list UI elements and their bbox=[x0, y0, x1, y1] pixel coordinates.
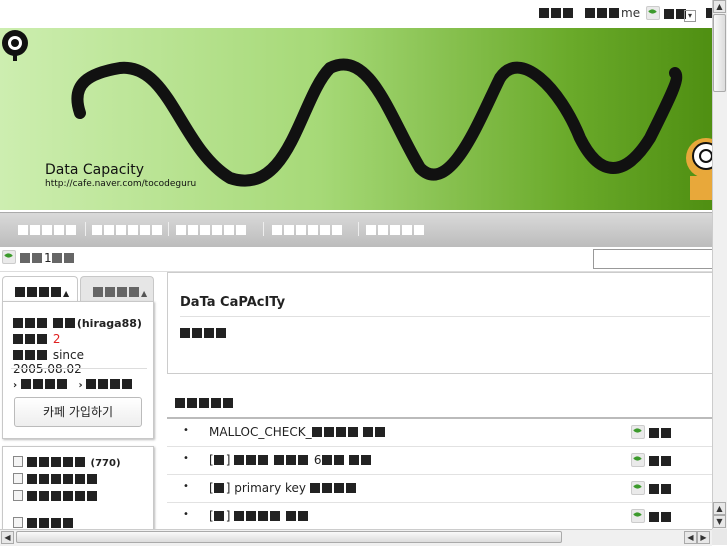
globe-logo-icon bbox=[2, 30, 28, 61]
board-count: (770) bbox=[90, 458, 121, 469]
post-title[interactable]: [] 6 bbox=[209, 453, 373, 467]
bullet: • bbox=[183, 481, 189, 492]
post-row[interactable]: • [] 6 bbox=[167, 447, 713, 475]
cafe-url[interactable]: http://cafe.naver.com/tocodeguru bbox=[45, 179, 196, 189]
post-title[interactable]: [] bbox=[209, 509, 310, 523]
scroll-corner bbox=[712, 529, 727, 545]
post-title[interactable]: MALLOC_CHECK_ bbox=[209, 425, 387, 439]
nav-item-5[interactable] bbox=[366, 223, 426, 235]
post-row[interactable]: • [] primary key bbox=[167, 475, 713, 503]
search-input[interactable] bbox=[593, 249, 715, 269]
breadcrumb: 1 bbox=[2, 250, 76, 265]
top-link-leaf[interactable] bbox=[646, 6, 688, 21]
bullet: • bbox=[183, 425, 189, 436]
post-author[interactable] bbox=[631, 509, 673, 524]
top-link-1[interactable] bbox=[539, 6, 575, 20]
post-author[interactable] bbox=[631, 481, 673, 496]
board-icon bbox=[13, 517, 23, 528]
bullet: • bbox=[183, 509, 189, 520]
top-link-me[interactable]: me bbox=[585, 6, 640, 20]
cafe-name: Data Capacity bbox=[45, 162, 145, 178]
menu-item-3[interactable] bbox=[13, 490, 99, 503]
page-number: 1 bbox=[44, 251, 52, 265]
main-nav bbox=[0, 212, 712, 247]
profile-since: since 2005.08.02 bbox=[13, 348, 153, 376]
tab-cafe-info[interactable]: ▲ bbox=[2, 276, 78, 303]
profile-manager: (hiraga88) bbox=[13, 316, 142, 330]
vertical-scroll-thumb[interactable] bbox=[713, 14, 726, 92]
nav-divider bbox=[263, 222, 264, 236]
nav-divider bbox=[85, 222, 86, 236]
tab-my-activity[interactable]: ▲ bbox=[80, 276, 154, 303]
profile-level: 2 bbox=[13, 332, 60, 346]
join-cafe-button[interactable]: 카페 가입하기 bbox=[14, 397, 142, 427]
leaf-icon bbox=[631, 509, 645, 523]
link-2[interactable]: › bbox=[78, 379, 134, 391]
profile-links: › › bbox=[13, 377, 134, 391]
dropdown-icon[interactable]: ▾ bbox=[684, 7, 696, 22]
leaf-icon bbox=[631, 481, 645, 495]
nav-item-4[interactable] bbox=[272, 223, 344, 235]
nav-divider bbox=[168, 222, 169, 236]
divider bbox=[180, 316, 710, 317]
scroll-up-icon[interactable]: ▲ bbox=[713, 502, 726, 515]
board-icon bbox=[13, 456, 23, 467]
scroll-right-icon[interactable]: ▶ bbox=[697, 531, 710, 544]
since-date: since 2005.08.02 bbox=[13, 348, 84, 376]
nav-item-3[interactable] bbox=[176, 223, 248, 235]
menu-item-2[interactable] bbox=[13, 473, 99, 486]
scroll-left-icon[interactable]: ◀ bbox=[684, 531, 697, 544]
cafe-banner: Data Capacity http://cafe.naver.com/toco… bbox=[0, 28, 712, 210]
cafe-info-box: DaTa CaPAcITy bbox=[167, 272, 715, 374]
board-menu: (770) bbox=[2, 446, 154, 538]
scroll-left-icon[interactable]: ◀ bbox=[1, 531, 14, 544]
nav-divider bbox=[358, 222, 359, 236]
cafe-title: DaTa CaPAcITy bbox=[180, 295, 286, 310]
horizontal-scroll-thumb[interactable] bbox=[16, 531, 562, 543]
leaf-icon bbox=[631, 453, 645, 467]
cafe-description bbox=[180, 326, 228, 340]
post-row[interactable]: • MALLOC_CHECK_ bbox=[167, 419, 713, 447]
scroll-down-icon[interactable]: ▼ bbox=[713, 515, 726, 528]
leaf-icon bbox=[646, 6, 660, 20]
section-title bbox=[175, 396, 235, 410]
me-label: me bbox=[621, 6, 641, 20]
nav-item-2[interactable] bbox=[92, 223, 164, 235]
divider bbox=[11, 368, 147, 369]
edit-icon bbox=[13, 473, 23, 484]
bullet: • bbox=[183, 453, 189, 464]
profile-panel: (hiraga88) 2 since 2005.08.02 › › 카페 가입하… bbox=[2, 301, 154, 439]
nav-item-1[interactable] bbox=[18, 223, 78, 235]
member-count[interactable]: 2 bbox=[53, 332, 61, 346]
link-1[interactable]: › bbox=[13, 379, 69, 391]
user-id[interactable]: (hiraga88) bbox=[77, 317, 142, 330]
leaf-icon bbox=[631, 425, 645, 439]
scroll-up-icon[interactable]: ▲ bbox=[713, 0, 726, 13]
menu-item-all-posts[interactable]: (770) bbox=[13, 456, 121, 469]
post-title[interactable]: [] primary key bbox=[209, 481, 358, 495]
post-row[interactable]: • [] bbox=[167, 503, 713, 531]
post-author[interactable] bbox=[631, 453, 673, 468]
top-bar: me ▾ bbox=[0, 0, 716, 28]
board-icon bbox=[13, 490, 23, 501]
level-leaf-icon bbox=[2, 250, 16, 264]
post-author[interactable] bbox=[631, 425, 673, 440]
mascot-character bbox=[686, 138, 712, 200]
